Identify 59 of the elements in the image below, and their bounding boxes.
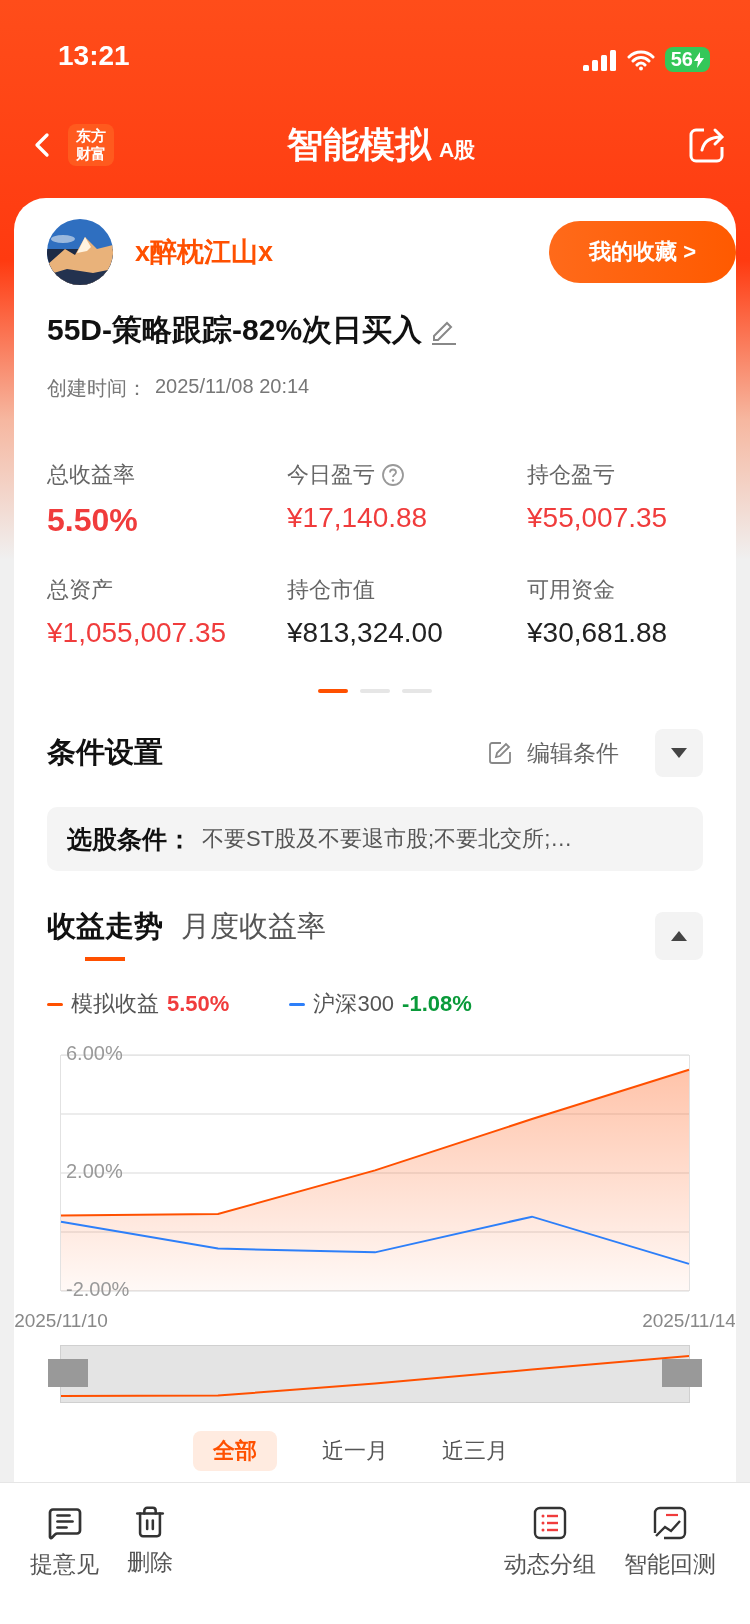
stat-value: 5.50% bbox=[47, 502, 139, 539]
stat-label: 总收益率 bbox=[47, 461, 135, 489]
chart-icon bbox=[652, 1505, 688, 1541]
market-label: A股 bbox=[438, 136, 476, 163]
slider-handle[interactable] bbox=[662, 1359, 702, 1387]
help-icon[interactable] bbox=[381, 463, 405, 487]
axis-label: -2.00% bbox=[66, 1278, 130, 1301]
strategy-title: 55D-策略跟踪-82%次日买入 bbox=[47, 312, 423, 348]
wifi-icon bbox=[626, 48, 655, 71]
edit-conditions-button[interactable]: 编辑条件 bbox=[481, 736, 625, 770]
page-title: 智能模拟 bbox=[286, 122, 431, 167]
share-icon[interactable] bbox=[688, 126, 726, 164]
list-icon bbox=[532, 1505, 568, 1541]
battery-indicator: 56 bbox=[664, 47, 710, 72]
stat-value: ¥813,324.00 bbox=[287, 617, 444, 649]
created-time: 2025/11/08 20:14 bbox=[155, 375, 310, 399]
stat-value: ¥1,055,007.35 bbox=[47, 617, 228, 649]
toolbar-button[interactable]: 提意见 bbox=[16, 1505, 113, 1580]
username: x醉枕江山x bbox=[135, 236, 275, 269]
app-logo: 东方财富 bbox=[68, 124, 114, 166]
status-time: 13:21 bbox=[58, 40, 130, 72]
trash-icon bbox=[133, 1505, 167, 1539]
axis-label: 6.00% bbox=[66, 1045, 123, 1065]
stat-label: 持仓盈亏 bbox=[527, 461, 615, 489]
legend-swatch bbox=[289, 1002, 306, 1006]
filter-label: 选股条件： bbox=[67, 823, 192, 855]
axis-label: 2025/11/14 bbox=[642, 1310, 735, 1331]
stat-label: 持仓市值 bbox=[287, 576, 375, 604]
stat-label: 总资产 bbox=[47, 576, 113, 604]
toolbar-button[interactable]: 删除 bbox=[113, 1505, 187, 1578]
signal-icon bbox=[582, 48, 617, 71]
slider-handle[interactable] bbox=[48, 1359, 88, 1387]
collapse-button[interactable] bbox=[655, 912, 703, 960]
expand-button[interactable] bbox=[655, 729, 703, 777]
filter-text: 不要ST股及不要退市股;不要北交所;… bbox=[202, 825, 573, 853]
section-title: 条件设置 bbox=[47, 735, 164, 770]
axis-label: 2.00% bbox=[66, 1160, 123, 1183]
toolbar-button[interactable]: 动态分组 bbox=[490, 1505, 610, 1580]
legend-swatch bbox=[47, 1002, 63, 1006]
chart-tab[interactable]: 月度收益率 bbox=[181, 907, 326, 965]
period-tab[interactable]: 近三月 bbox=[433, 1431, 517, 1471]
stat-value: ¥17,140.88 bbox=[287, 502, 429, 534]
edit-icon bbox=[487, 740, 513, 766]
created-label: 创建时间： bbox=[47, 376, 147, 401]
toolbar-button[interactable]: 智能回测 bbox=[610, 1505, 730, 1580]
legend-value: -1.08% bbox=[402, 991, 472, 1017]
legend-label: 沪深300 bbox=[313, 990, 395, 1018]
stat-label: 可用资金 bbox=[527, 576, 615, 604]
page-indicator[interactable] bbox=[318, 689, 348, 693]
legend-value: 5.50% bbox=[167, 991, 230, 1017]
period-tab[interactable]: 近一月 bbox=[313, 1431, 397, 1471]
stat-value: ¥55,007.35 bbox=[527, 502, 669, 534]
caret-icon bbox=[670, 747, 688, 759]
axis-label: 2025/11/10 bbox=[15, 1310, 108, 1331]
legend-label: 模拟收益 bbox=[71, 990, 159, 1018]
stat-label: 今日盈亏 bbox=[287, 461, 375, 489]
caret-icon bbox=[670, 930, 688, 942]
comment-icon bbox=[46, 1505, 83, 1541]
stat-value: ¥30,681.88 bbox=[527, 617, 669, 649]
